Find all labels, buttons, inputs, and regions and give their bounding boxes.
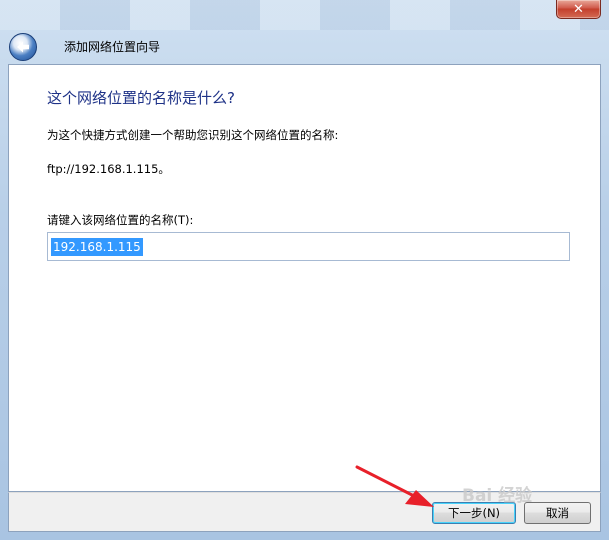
wizard-title: 添加网络位置向导 xyxy=(64,40,161,54)
network-address: ftp://192.168.1.115。 xyxy=(47,162,170,176)
cancel-button[interactable]: 取消 xyxy=(524,502,591,524)
name-input-value: 192.168.1.115 xyxy=(51,238,143,256)
name-input[interactable]: 192.168.1.115 xyxy=(47,232,570,261)
page-description: 为这个快捷方式创建一个帮助您识别这个网络位置的名称: xyxy=(47,128,339,142)
name-field-label: 请键入该网络位置的名称(T): xyxy=(47,213,194,227)
wizard-content: 这个网络位置的名称是什么? 为这个快捷方式创建一个帮助您识别这个网络位置的名称:… xyxy=(8,64,601,492)
close-icon: ✕ xyxy=(573,1,584,17)
watermark: Bai 经验 xyxy=(462,486,533,506)
back-button[interactable] xyxy=(9,33,37,61)
window-titlebar xyxy=(0,0,609,30)
close-button[interactable]: ✕ xyxy=(556,0,601,19)
back-arrow-icon xyxy=(17,41,29,53)
page-heading: 这个网络位置的名称是什么? xyxy=(47,89,235,107)
